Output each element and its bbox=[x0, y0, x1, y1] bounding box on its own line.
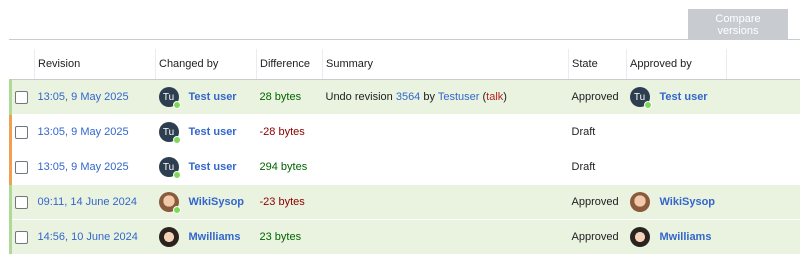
revision-link[interactable]: 09:11, 14 June 2024 bbox=[38, 196, 138, 208]
avatar bbox=[630, 227, 650, 247]
avatar: Tu bbox=[159, 87, 179, 107]
difference-value: 23 bytes bbox=[260, 231, 302, 243]
difference-value: 294 bytes bbox=[260, 161, 308, 173]
state-label: Approved bbox=[572, 231, 619, 243]
approved-by-user-link[interactable]: WikiSysop bbox=[660, 196, 716, 208]
summary bbox=[323, 150, 569, 185]
talk-link[interactable]: talk bbox=[486, 91, 503, 103]
column-header-summary: Summary bbox=[323, 49, 569, 80]
state-label: Draft bbox=[572, 126, 596, 138]
difference-value: -28 bytes bbox=[260, 126, 305, 138]
revision-link[interactable]: 13:05, 9 May 2025 bbox=[38, 161, 129, 173]
select-checkbox[interactable] bbox=[15, 231, 28, 244]
table-row: 14:56, 10 June 2024 Mwilliams 23 bytes A… bbox=[11, 220, 800, 254]
summary bbox=[323, 115, 569, 150]
approved-by-user-link[interactable]: Test user bbox=[660, 91, 708, 103]
changed-by-user-link[interactable]: Test user bbox=[189, 126, 237, 138]
table-row: 09:11, 14 June 2024 WikiSysop -23 bytes … bbox=[11, 185, 800, 220]
table-row: 13:05, 9 May 2025 Tu Test user 294 bytes… bbox=[11, 150, 800, 185]
difference-value: -23 bytes bbox=[260, 196, 305, 208]
avatar bbox=[630, 192, 650, 212]
state-label: Draft bbox=[572, 161, 596, 173]
toolbar bbox=[9, 0, 800, 40]
online-status-icon bbox=[644, 101, 652, 109]
revision-number-link[interactable]: 3564 bbox=[396, 91, 420, 103]
online-status-icon bbox=[173, 171, 181, 179]
avatar bbox=[159, 227, 179, 247]
changed-by-user-link[interactable]: Test user bbox=[189, 91, 237, 103]
column-header-revision: Revision bbox=[35, 49, 156, 80]
table-row: 13:05, 9 May 2025 Tu Test user -28 bytes… bbox=[11, 115, 800, 150]
avatar: Tu bbox=[159, 122, 179, 142]
column-header-extra bbox=[727, 49, 800, 80]
state-label: Approved bbox=[572, 196, 619, 208]
approved-by-user-link[interactable]: Mwilliams bbox=[660, 231, 712, 243]
avatar: Tu bbox=[159, 157, 179, 177]
column-header-difference: Difference bbox=[257, 49, 323, 80]
compare-versions-button[interactable]: Compare versions bbox=[688, 9, 788, 40]
difference-value: 28 bytes bbox=[260, 91, 302, 103]
avatar: Tu bbox=[630, 87, 650, 107]
column-header-state: State bbox=[569, 49, 627, 80]
select-checkbox[interactable] bbox=[15, 196, 28, 209]
changed-by-user-link[interactable]: Mwilliams bbox=[189, 231, 241, 243]
select-checkbox[interactable] bbox=[15, 126, 28, 139]
summary-user-link[interactable]: Testuser bbox=[438, 91, 480, 103]
summary: Undo revision 3564 by Testuser (talk) bbox=[323, 80, 569, 115]
avatar bbox=[159, 192, 179, 212]
online-status-icon bbox=[173, 136, 181, 144]
column-header-changed-by: Changed by bbox=[156, 49, 257, 80]
column-header-approved-by: Approved by bbox=[627, 49, 727, 80]
revisions-table: Revision Changed by Difference Summary S… bbox=[9, 49, 800, 254]
online-status-icon bbox=[173, 101, 181, 109]
revision-link[interactable]: 13:05, 9 May 2025 bbox=[38, 91, 129, 103]
changed-by-user-link[interactable]: WikiSysop bbox=[189, 196, 245, 208]
checkbox-column-header bbox=[11, 49, 35, 80]
online-status-icon bbox=[173, 206, 181, 214]
summary bbox=[323, 185, 569, 220]
select-checkbox[interactable] bbox=[15, 91, 28, 104]
revision-link[interactable]: 13:05, 9 May 2025 bbox=[38, 126, 129, 138]
summary bbox=[323, 220, 569, 254]
state-label: Approved bbox=[572, 91, 619, 103]
select-checkbox[interactable] bbox=[15, 161, 28, 174]
changed-by-user-link[interactable]: Test user bbox=[189, 161, 237, 173]
table-row: 13:05, 9 May 2025 Tu Test user 28 bytes … bbox=[11, 80, 800, 115]
revision-link[interactable]: 14:56, 10 June 2024 bbox=[38, 231, 138, 243]
